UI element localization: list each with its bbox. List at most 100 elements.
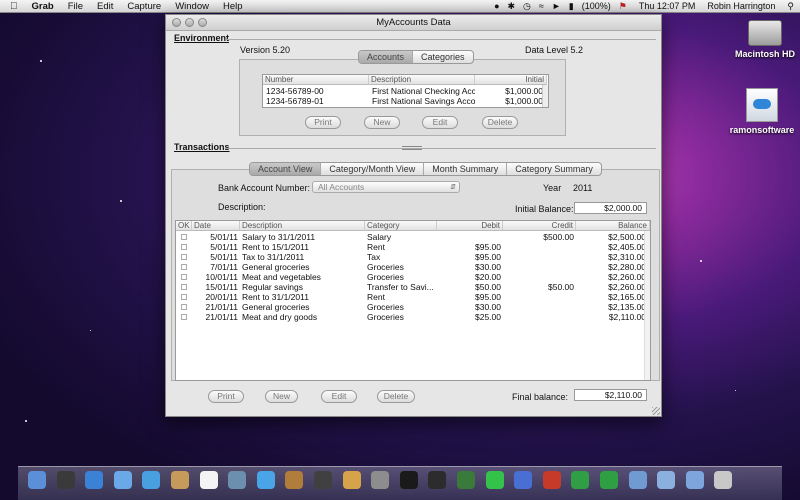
- ok-checkbox[interactable]: [181, 294, 187, 300]
- table-row[interactable]: 1234-56789-00 First National Checking Ac…: [263, 86, 547, 96]
- input-flag-icon[interactable]: ⚑: [615, 0, 631, 13]
- env-delete-button[interactable]: Delete: [482, 116, 518, 129]
- ok-checkbox[interactable]: [181, 234, 187, 240]
- spreadsheet-icon[interactable]: [600, 471, 618, 489]
- table-row[interactable]: 21/01/11 General groceries Groceries $30.00…: [176, 302, 646, 312]
- system-preferences-icon[interactable]: [371, 471, 390, 489]
- column-header[interactable]: Balance: [576, 221, 650, 231]
- column-header[interactable]: Number: [263, 75, 369, 85]
- terminal-icon[interactable]: [399, 471, 418, 489]
- safari-icon[interactable]: [85, 471, 104, 489]
- maps-icon[interactable]: [571, 471, 590, 489]
- garageband-icon[interactable]: [342, 471, 361, 489]
- tab-category-summary[interactable]: Category Summary: [507, 163, 601, 175]
- time-machine-icon[interactable]: [457, 471, 475, 489]
- env-edit-button[interactable]: Edit: [422, 116, 458, 129]
- column-header[interactable]: Debit: [437, 221, 503, 231]
- menu-app-name[interactable]: Grab: [25, 0, 61, 13]
- tab-category-month-view[interactable]: Category/Month View: [321, 163, 425, 175]
- ichat-icon[interactable]: [142, 471, 161, 489]
- spotlight-icon[interactable]: ⚲: [783, 0, 800, 13]
- preview-icon[interactable]: [228, 471, 247, 489]
- resize-grip-icon[interactable]: [652, 407, 660, 415]
- tab-month-summary[interactable]: Month Summary: [424, 163, 508, 175]
- volume-icon[interactable]: ►: [548, 0, 565, 13]
- table-row[interactable]: 5/01/11 Tax to 31/1/2011 Tax $95.00 $2,310.0…: [176, 252, 646, 262]
- downloads-icon[interactable]: [685, 471, 704, 489]
- battery-percent[interactable]: (100%): [578, 0, 615, 13]
- documents-icon[interactable]: [657, 471, 676, 489]
- column-header[interactable]: Description: [240, 221, 365, 231]
- bank-account-select[interactable]: All Accounts ⇵: [312, 181, 460, 193]
- ok-checkbox[interactable]: [181, 274, 187, 280]
- column-header[interactable]: Date: [192, 221, 240, 231]
- finder-icon[interactable]: [28, 471, 46, 489]
- menu-window[interactable]: Window: [168, 0, 216, 13]
- dashboard-icon[interactable]: [56, 471, 75, 489]
- scrollbar[interactable]: [542, 85, 548, 107]
- activity-monitor-icon[interactable]: [428, 471, 447, 489]
- final-balance-field[interactable]: $2,110.00: [574, 389, 647, 401]
- column-header[interactable]: Initial: [475, 75, 547, 85]
- column-header[interactable]: Description: [369, 75, 475, 85]
- imovie-icon[interactable]: [314, 471, 332, 489]
- desktop-icon-ramonsoftware[interactable]: ramonsoftware: [727, 88, 797, 135]
- apple-menu-icon[interactable]: : [0, 0, 25, 13]
- table-row[interactable]: 10/01/11 Meat and vegetables Groceries $20.…: [176, 272, 646, 282]
- menu-edit[interactable]: Edit: [90, 0, 120, 13]
- ok-checkbox[interactable]: [181, 284, 187, 290]
- address-book-icon[interactable]: [171, 471, 189, 489]
- wifi-icon[interactable]: ≈: [535, 0, 548, 13]
- status-icon[interactable]: ●: [490, 0, 503, 13]
- trash-icon[interactable]: [714, 471, 733, 489]
- split-handle[interactable]: [402, 146, 422, 150]
- menu-file[interactable]: File: [61, 0, 90, 13]
- tx-edit-button[interactable]: Edit: [321, 390, 357, 403]
- xcode-icon[interactable]: [514, 471, 533, 489]
- time-machine-icon[interactable]: ◷: [519, 0, 535, 13]
- zoom-window-button[interactable]: [198, 18, 207, 27]
- window-titlebar[interactable]: MyAccounts Data: [166, 15, 661, 31]
- table-row[interactable]: 5/01/11 Salary to 31/1/2011 Salary $500.00 $…: [176, 232, 646, 242]
- table-row[interactable]: 7/01/11 General groceries Groceries $30.00 $…: [176, 262, 646, 272]
- menu-capture[interactable]: Capture: [120, 0, 168, 13]
- env-new-button[interactable]: New: [364, 116, 400, 129]
- ok-checkbox[interactable]: [181, 254, 187, 260]
- ok-checkbox[interactable]: [181, 264, 187, 270]
- user-name[interactable]: Robin Harrington: [703, 0, 783, 13]
- mail-icon[interactable]: [113, 471, 132, 489]
- game-icon[interactable]: [542, 471, 561, 489]
- table-row[interactable]: 1234-56789-01 First National Savings Acc…: [263, 96, 547, 106]
- tab-accounts[interactable]: Accounts: [359, 51, 414, 63]
- bluetooth-icon[interactable]: ✱: [504, 0, 520, 13]
- minimize-window-button[interactable]: [185, 18, 194, 27]
- scrollbar[interactable]: [644, 231, 650, 380]
- iphoto-icon[interactable]: [285, 471, 304, 489]
- itunes-icon[interactable]: [256, 471, 275, 489]
- desktop-icon-macintosh-hd[interactable]: Macintosh HD: [730, 20, 800, 59]
- ok-checkbox[interactable]: [181, 244, 187, 250]
- column-header[interactable]: OK: [176, 221, 192, 231]
- table-row[interactable]: 5/01/11 Rent to 15/1/2011 Rent $95.00 $2,405…: [176, 242, 646, 252]
- column-header[interactable]: Category: [365, 221, 437, 231]
- ok-checkbox[interactable]: [181, 314, 187, 320]
- column-header[interactable]: Credit: [503, 221, 576, 231]
- folder-icon[interactable]: [628, 471, 647, 489]
- tab-categories[interactable]: Categories: [413, 51, 473, 63]
- menu-help[interactable]: Help: [216, 0, 250, 13]
- table-row[interactable]: 21/01/11 Meat and dry goods Groceries $25.0…: [176, 312, 646, 322]
- ok-checkbox[interactable]: [181, 304, 187, 310]
- initial-balance-field[interactable]: $2,000.00: [574, 202, 647, 214]
- tx-new-button[interactable]: New: [265, 390, 298, 403]
- tx-print-button[interactable]: Print: [208, 390, 244, 403]
- table-row[interactable]: 20/01/11 Rent to 31/1/2011 Rent $95.00 $2,16…: [176, 292, 646, 302]
- battery-icon[interactable]: ▮: [565, 0, 578, 13]
- close-window-button[interactable]: [172, 18, 181, 27]
- tx-delete-button[interactable]: Delete: [377, 390, 415, 403]
- app-icon[interactable]: [485, 471, 504, 489]
- env-print-button[interactable]: Print: [305, 116, 341, 129]
- calendar-icon[interactable]: [199, 471, 218, 489]
- tab-account-view[interactable]: Account View: [250, 163, 322, 175]
- table-row[interactable]: 15/01/11 Regular savings Transfer to Savi.…: [176, 282, 646, 292]
- clock[interactable]: Thu 12:07 PM: [631, 0, 704, 13]
